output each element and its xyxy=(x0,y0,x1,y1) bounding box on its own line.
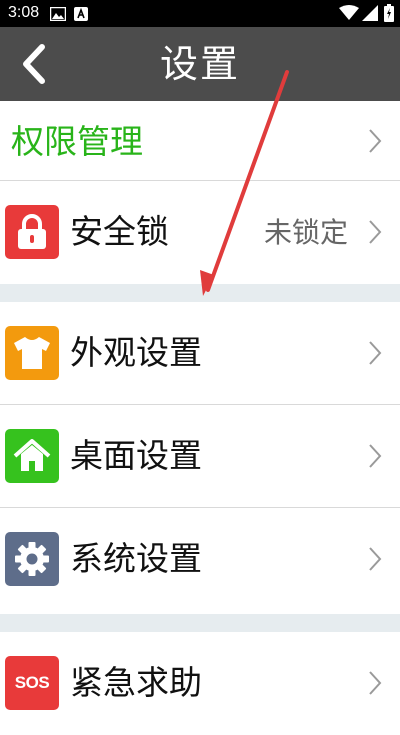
emergency-help-row[interactable]: SOS 紧急求助 xyxy=(0,632,400,735)
sos-icon: SOS xyxy=(5,656,59,710)
section-display: 外观设置 桌面设置 系统设置 xyxy=(0,302,400,614)
security-lock-status: 未锁定 xyxy=(263,216,348,249)
wifi-icon xyxy=(339,5,359,25)
signal-icon xyxy=(362,5,378,25)
chevron-right-icon xyxy=(369,671,382,695)
chevron-right-icon xyxy=(369,547,382,571)
shirt-icon xyxy=(5,326,59,380)
system-settings-label: 系统设置 xyxy=(70,539,202,578)
security-lock-row[interactable]: 安全锁 未锁定 xyxy=(0,181,400,284)
permission-management-label: 权限管理 xyxy=(11,122,143,161)
desktop-settings-row[interactable]: 桌面设置 xyxy=(0,405,400,508)
appearance-settings-row[interactable]: 外观设置 xyxy=(0,302,400,405)
system-settings-row[interactable]: 系统设置 xyxy=(0,508,400,611)
desktop-settings-label: 桌面设置 xyxy=(70,436,202,475)
emergency-help-label: 紧急求助 xyxy=(70,663,202,702)
sos-icon-text: SOS xyxy=(14,673,50,692)
chevron-right-icon xyxy=(369,444,382,468)
app-notification-icon xyxy=(74,6,88,25)
chevron-right-icon xyxy=(369,341,382,365)
page-title: 设置 xyxy=(159,42,240,86)
image-notification-icon xyxy=(49,6,67,25)
status-bar: 3:08 xyxy=(0,0,400,27)
title-bar: 设置 xyxy=(0,27,400,101)
section-emergency: SOS 紧急求助 xyxy=(0,632,400,735)
appearance-settings-label: 外观设置 xyxy=(70,333,202,372)
chevron-right-icon xyxy=(369,129,382,153)
battery-icon xyxy=(384,4,394,26)
gear-icon xyxy=(5,532,59,586)
home-icon xyxy=(5,429,59,483)
chevron-right-icon xyxy=(369,220,382,244)
status-time: 3:08 xyxy=(8,4,40,21)
section-security: 权限管理 安全锁 未锁定 xyxy=(0,101,400,284)
security-lock-label: 安全锁 xyxy=(70,212,169,251)
lock-icon xyxy=(5,205,59,259)
permission-management-row[interactable]: 权限管理 xyxy=(0,101,400,181)
